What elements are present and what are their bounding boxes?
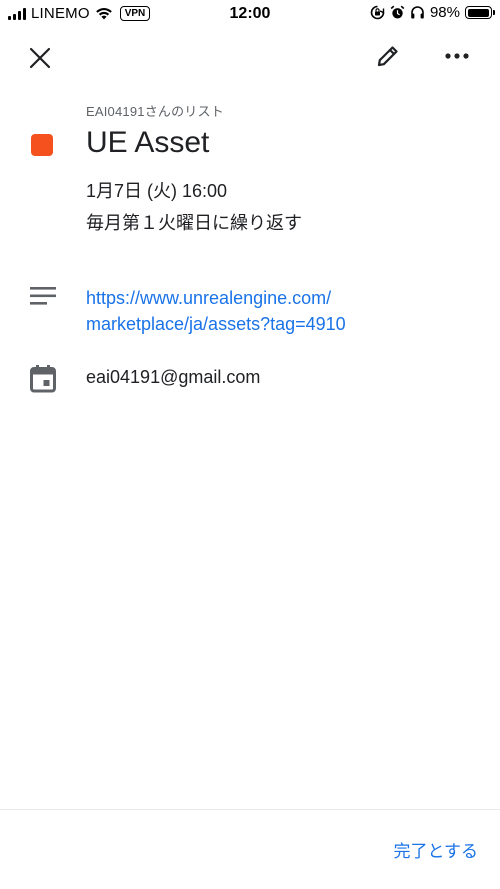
task-color-chip: [31, 134, 53, 156]
task-notes-link[interactable]: https://www.unrealengine.com/ marketplac…: [86, 285, 466, 337]
task-repeat-rule: 毎月第１火曜日に繰り返す: [86, 213, 302, 233]
close-icon: [29, 47, 51, 69]
bottom-divider: [0, 809, 500, 810]
alarm-icon: [390, 5, 405, 19]
headphones-icon: [411, 6, 424, 19]
battery-fill: [467, 8, 490, 17]
calendar-icon: [30, 365, 56, 393]
status-bar: LINEMO VPN 12:00 98%: [0, 0, 500, 28]
account-email: eai04191@gmail.com: [86, 367, 261, 387]
status-right: 98%: [370, 4, 495, 21]
more-horiz-icon: [445, 53, 469, 59]
close-button[interactable]: [22, 40, 58, 76]
more-options-button[interactable]: [439, 38, 475, 74]
pencil-icon: [377, 46, 398, 67]
edit-button[interactable]: [370, 38, 406, 74]
battery-percent: 98%: [429, 4, 460, 21]
task-title: UE Asset: [86, 126, 210, 159]
mark-complete-button[interactable]: 完了とする: [394, 837, 479, 862]
link-line-2: marketplace/ja/assets?tag=4910: [86, 314, 346, 334]
battery-icon: [465, 6, 495, 19]
link-line-1: https://www.unrealengine.com/: [86, 288, 332, 308]
notes-icon: [30, 287, 56, 305]
task-list-name[interactable]: EAI04191さんのリスト: [86, 101, 224, 120]
task-date: 1月7日 (火) 16:00: [86, 181, 228, 201]
rotation-lock-icon: [370, 5, 385, 20]
